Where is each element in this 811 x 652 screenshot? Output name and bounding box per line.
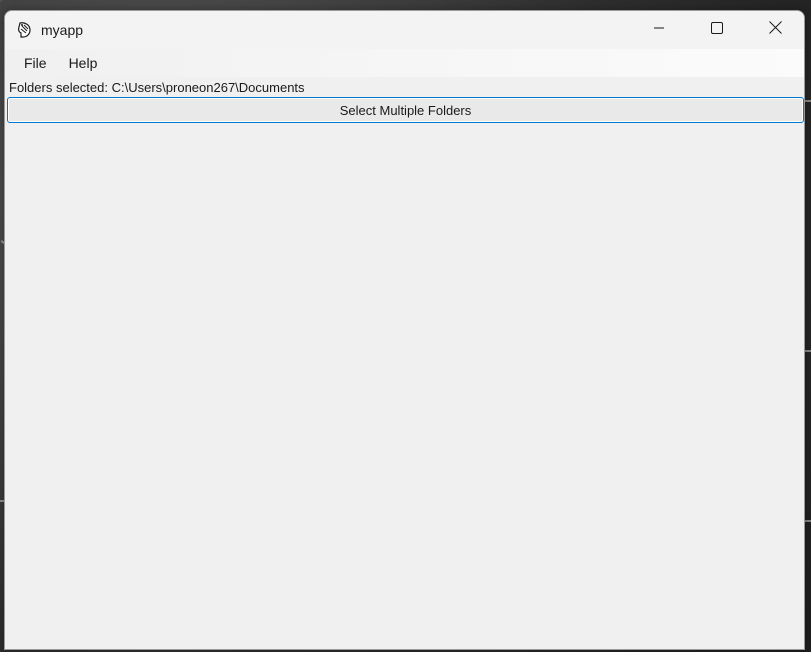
maximize-icon bbox=[711, 21, 723, 39]
folders-selected-label: Folders selected: C:\Users\proneon267\Do… bbox=[9, 80, 305, 95]
close-icon bbox=[768, 21, 782, 39]
caption-buttons bbox=[630, 11, 804, 49]
app-window: myapp File Help Folders selected: C:\Use… bbox=[4, 10, 805, 650]
menu-file[interactable]: File bbox=[13, 49, 58, 77]
feather-icon bbox=[16, 21, 34, 39]
title-bar[interactable]: myapp bbox=[5, 11, 804, 49]
minimize-button[interactable] bbox=[630, 11, 688, 49]
minimize-icon bbox=[653, 21, 665, 39]
menu-bar: File Help bbox=[5, 49, 804, 77]
maximize-button[interactable] bbox=[688, 11, 746, 49]
window-title: myapp bbox=[41, 22, 84, 38]
menu-help[interactable]: Help bbox=[58, 49, 109, 77]
main-content: Folders selected: C:\Users\proneon267\Do… bbox=[5, 77, 804, 649]
close-button[interactable] bbox=[746, 11, 804, 49]
select-multiple-folders-button[interactable]: Select Multiple Folders bbox=[7, 97, 804, 123]
